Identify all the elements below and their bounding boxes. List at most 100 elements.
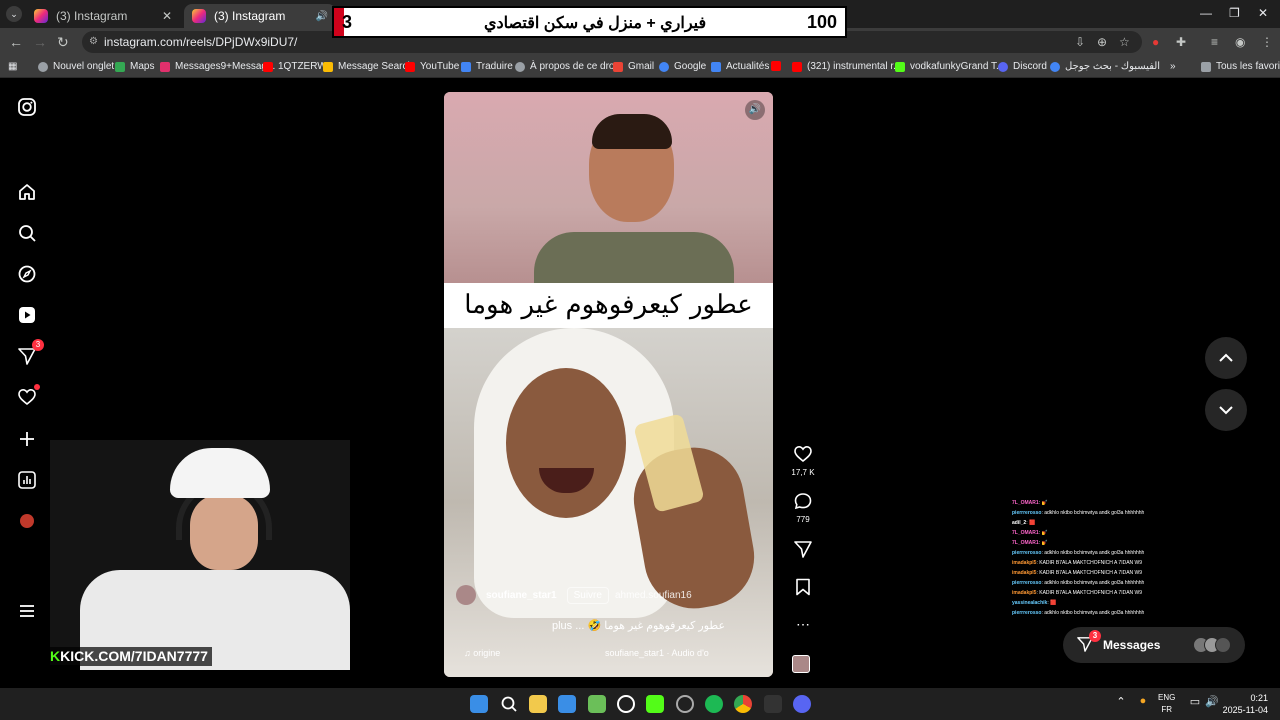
chrome-icon[interactable]	[734, 695, 752, 713]
file-explorer-icon[interactable]	[529, 695, 547, 713]
next-reel-button[interactable]	[1205, 389, 1247, 431]
more-bookmarks-icon[interactable]: »	[1170, 61, 1176, 72]
minimize-icon[interactable]: —	[1200, 6, 1212, 20]
clock[interactable]: 0:21 2025-11-04	[1223, 692, 1268, 716]
translate-icon	[461, 61, 471, 72]
reel-author[interactable]: soufiane_star1 Suivre ahmed.soufian16	[456, 585, 692, 605]
media-control-icon[interactable]: ≡	[1211, 35, 1218, 49]
chat-text: : adkhlo nktbo bchimwtya andk gol3a hhhh…	[1041, 510, 1145, 516]
bookmark-discord[interactable]: Discord	[998, 61, 1047, 72]
chat-username: imadakpl5	[1012, 560, 1037, 566]
previous-reel-button[interactable]	[1205, 337, 1247, 379]
chat-message: adil_2: 🟥	[1012, 518, 1172, 528]
sound-toggle-icon[interactable]: 🔊	[745, 100, 765, 120]
chat-username: pierrrerosso	[1012, 550, 1042, 556]
share-icon[interactable]	[792, 540, 814, 563]
notifications-icon[interactable]	[16, 384, 40, 408]
tray-overflow-icon[interactable]: ⌃	[1112, 695, 1130, 713]
more-menu-icon[interactable]	[16, 600, 38, 622]
all-bookmarks[interactable]: Tous les favoris	[1201, 61, 1280, 72]
profile-avatar-icon[interactable]	[16, 510, 38, 532]
network-icon[interactable]: ▭	[1186, 695, 1204, 713]
tab-search-icon[interactable]: ⌄	[6, 6, 22, 22]
restore-icon[interactable]: ❐	[1229, 6, 1240, 20]
audio-playing-icon[interactable]: 🔊	[316, 11, 328, 22]
zoom-icon[interactable]: ⊕	[1097, 35, 1107, 49]
back-icon[interactable]: ←	[9, 34, 23, 50]
discord-icon[interactable]	[793, 695, 811, 713]
install-app-icon[interactable]: ⇩	[1075, 35, 1085, 49]
bookmark-a-propos[interactable]: À propos de ce drop	[515, 61, 620, 72]
author-username[interactable]: soufiane_star1	[486, 590, 557, 601]
chat-message: imadakpl5: KADIR B7ALA MAKTCHOFNICH A 7I…	[1012, 568, 1172, 578]
menu-icon[interactable]: ⋮	[1261, 35, 1273, 49]
microphone-icon[interactable]: ●	[1134, 695, 1152, 713]
bookmark-star-icon[interactable]: ☆	[1119, 35, 1130, 49]
apps-grid-icon[interactable]: ▦	[8, 61, 17, 72]
explore-icon[interactable]	[16, 263, 38, 285]
epic-games-icon[interactable]	[764, 695, 782, 713]
volume-icon[interactable]: 🔊	[1203, 695, 1221, 713]
audio-thumbnail[interactable]	[792, 655, 814, 673]
audio-origin[interactable]: ♫ origine	[464, 648, 500, 658]
kick-icon[interactable]	[646, 695, 664, 713]
bookmark-1qtzerw[interactable]: 1QTZERW	[263, 61, 327, 72]
bookmark-gmail[interactable]: Gmail	[613, 61, 654, 72]
app-icon[interactable]	[588, 695, 606, 713]
more-options-icon[interactable]: ⋯	[792, 616, 814, 633]
search-icon[interactable]	[500, 695, 518, 713]
bookmark-nouvel-onglet[interactable]: Nouvel onglet	[38, 61, 114, 72]
bookmark-label: YouTube	[420, 61, 460, 72]
bookmark-maps[interactable]: Maps	[115, 61, 154, 72]
search-icon[interactable]	[16, 222, 38, 244]
home-icon[interactable]	[16, 181, 38, 203]
spotify-icon[interactable]	[705, 695, 723, 713]
lang-top: ENG	[1158, 693, 1176, 702]
close-window-icon[interactable]: ✕	[1258, 6, 1268, 20]
reel-caption[interactable]: عطور كيعرفوهوم غير هوما 🤣 ... plus	[552, 619, 725, 632]
bookmark-message-search[interactable]: Message Search	[323, 61, 413, 72]
bookmark-vodkafunky[interactable]: vodkafunkyGrand T...	[895, 61, 1004, 72]
reels-icon[interactable]	[16, 304, 38, 326]
dashboard-icon[interactable]	[16, 469, 38, 491]
chat-text: : 💅	[1038, 500, 1048, 506]
save-icon[interactable]	[792, 578, 814, 601]
collab-username[interactable]: ahmed.soufian16	[615, 590, 692, 601]
audio-track[interactable]: soufiane_star1 · Audio d'o	[605, 648, 709, 658]
bookmark-instrumental[interactable]: (321) instrumental r...	[792, 61, 901, 72]
kick-icon	[895, 61, 905, 72]
google-icon	[659, 61, 669, 72]
extensions-puzzle-icon[interactable]: ✚	[1176, 35, 1186, 49]
tab-instagram-1[interactable]: (3) Instagram ✕	[26, 4, 180, 28]
obs-icon[interactable]	[617, 695, 635, 713]
instagram-logo-icon[interactable]	[16, 96, 38, 118]
settings-icon[interactable]	[676, 695, 694, 713]
close-tab-icon[interactable]: ✕	[162, 9, 172, 23]
bookmark-youtube-2[interactable]	[771, 61, 786, 71]
create-icon[interactable]	[16, 428, 38, 450]
direct-messages-icon[interactable]: 3	[16, 339, 44, 367]
comment-icon[interactable]	[792, 492, 814, 515]
language-indicator[interactable]: ENG FR	[1158, 692, 1175, 716]
bookmark-google[interactable]: Google	[659, 61, 706, 72]
start-icon[interactable]	[470, 695, 488, 713]
like-icon[interactable]	[792, 445, 814, 468]
extension-icon[interactable]: ●	[1152, 35, 1159, 49]
bookmark-youtube[interactable]: YouTube	[405, 61, 459, 72]
tab-instagram-2[interactable]: (3) Instagram 🔊	[184, 4, 336, 28]
messages-button[interactable]: 3 Messages	[1063, 627, 1245, 663]
profile-avatar-icon[interactable]: ◉	[1235, 35, 1245, 49]
bookmark-facebook-search[interactable]: الفيسبوك - بحث جوجل	[1050, 61, 1160, 72]
follow-button[interactable]: Suivre	[566, 586, 609, 604]
reel-video[interactable]: عطور كيعرفوهوم غير هوما 🤣 🔊 soufiane_sta…	[444, 92, 773, 677]
news-icon	[711, 61, 721, 72]
bookmark-actualites[interactable]: Actualités	[711, 61, 769, 72]
author-avatar[interactable]	[456, 585, 476, 605]
site-info-icon[interactable]: ⚙	[89, 31, 98, 53]
store-icon[interactable]	[558, 695, 576, 713]
chat-message: 7L_OMAR1: 💅	[1012, 538, 1172, 548]
forward-icon[interactable]: →	[33, 34, 47, 50]
bookmark-messages[interactable]: Messages9+Messag...	[160, 61, 275, 72]
bookmark-traduire[interactable]: Traduire	[461, 61, 513, 72]
reload-icon[interactable]: ↻	[57, 34, 69, 51]
